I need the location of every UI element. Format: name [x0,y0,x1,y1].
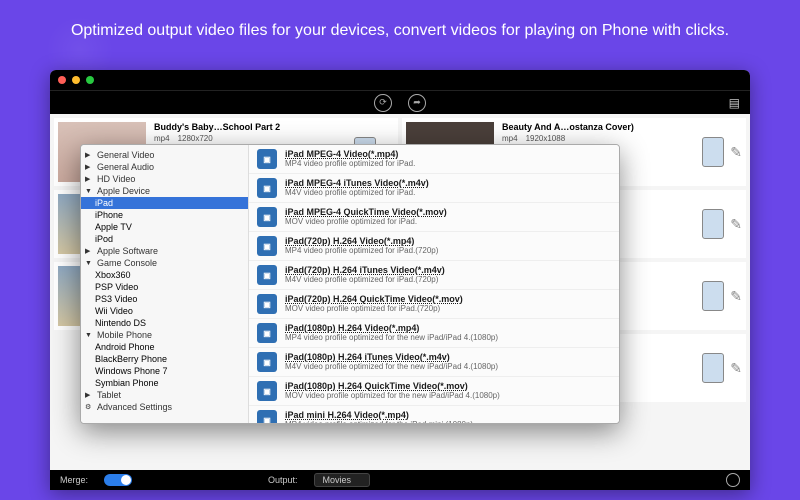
profile-item[interactable]: ▣ iPad(720p) H.264 iTunes Video(*.m4v)M4V… [249,261,619,290]
share-icon[interactable]: ➦ [408,94,426,112]
sidebar-item[interactable]: iPhone [81,209,248,221]
app-window: ⟳ ➦ ▤ Buddy's Baby…School Part 2 mp41280… [50,70,750,490]
profile-item[interactable]: ▣ iPad mini H.264 Video(*.mp4)MP4 video p… [249,406,619,423]
profile-name: iPad(1080p) H.264 Video(*.mp4) [285,323,498,333]
profile-icon: ▣ [257,352,277,372]
action-icon[interactable] [726,473,740,487]
profile-desc: M4V video profile optimized for the new … [285,362,498,371]
profile-item[interactable]: ▣ iPad MPEG-4 Video(*.mp4)MP4 video profi… [249,145,619,174]
sidebar-item[interactable]: Wii Video [81,305,248,317]
bottombar: Merge: Output: Movies [50,470,750,490]
sidebar-group[interactable]: ▼Mobile Phone [81,329,248,341]
profile-item[interactable]: ▣ iPad MPEG-4 iTunes Video(*.m4v)M4V vide… [249,174,619,203]
profile-desc: MOV video profile optimized for iPad. [285,217,447,226]
device-icon[interactable] [702,137,724,167]
promo-headline: Optimized output video files for your de… [0,0,800,60]
layout-toggle-icon[interactable]: ▤ [729,96,740,110]
sidebar-item[interactable]: Android Phone [81,341,248,353]
edit-icon[interactable]: ✎ [730,360,742,377]
profile-desc: MOV video profile optimized for the new … [285,391,500,400]
minimize-icon[interactable] [72,76,80,84]
device-icon[interactable] [702,209,724,239]
edit-icon[interactable]: ✎ [730,216,742,233]
sidebar-group[interactable]: ▶HD Video [81,173,248,185]
edit-icon[interactable]: ✎ [730,144,742,161]
output-select[interactable]: Movies [314,473,371,487]
profile-icon: ▣ [257,381,277,401]
advanced-settings[interactable]: ⚙Advanced Settings [81,401,248,413]
sidebar-group[interactable]: ▶Apple Software [81,245,248,257]
profile-desc: MP4 video profile optimized for the new … [285,333,498,342]
profile-icon: ▣ [257,265,277,285]
sidebar-item[interactable]: Apple TV [81,221,248,233]
merge-label: Merge: [60,475,88,485]
sidebar-group[interactable]: ▶General Video [81,149,248,161]
category-sidebar[interactable]: ▶General Video▶General Audio▶HD Video▼Ap… [81,145,249,423]
profile-name: iPad(720p) H.264 iTunes Video(*.m4v) [285,265,445,275]
device-icon[interactable] [702,353,724,383]
edit-icon[interactable]: ✎ [730,288,742,305]
profile-popup: ▶General Video▶General Audio▶HD Video▼Ap… [80,144,620,424]
sidebar-group[interactable]: ▼Game Console [81,257,248,269]
sidebar-item[interactable]: iPad [81,197,248,209]
profile-name: iPad(720p) H.264 Video(*.mp4) [285,236,438,246]
profile-name: iPad(1080p) H.264 iTunes Video(*.m4v) [285,352,498,362]
profile-icon: ▣ [257,236,277,256]
profile-item[interactable]: ▣ iPad(1080p) H.264 QuickTime Video(*.mov… [249,377,619,406]
sidebar-group[interactable]: ▼Apple Device [81,185,248,197]
sidebar-item[interactable]: Symbian Phone [81,377,248,389]
profile-desc: M4V video profile optimized for iPad.(72… [285,275,445,284]
profile-name: iPad MPEG-4 iTunes Video(*.m4v) [285,178,429,188]
output-label: Output: [268,475,298,485]
profile-name: iPad MPEG-4 QuickTime Video(*.mov) [285,207,447,217]
zoom-icon[interactable] [86,76,94,84]
content-area: Buddy's Baby…School Part 2 mp41280x720 0… [50,114,750,470]
sidebar-group[interactable]: ▶General Audio [81,161,248,173]
profile-icon: ▣ [257,207,277,227]
video-title: Buddy's Baby…School Part 2 [154,122,346,132]
profile-item[interactable]: ▣ iPad(720p) H.264 QuickTime Video(*.mov)… [249,290,619,319]
merge-toggle[interactable] [104,474,132,486]
profile-item[interactable]: ▣ iPad(720p) H.264 Video(*.mp4)MP4 video … [249,232,619,261]
toolbar: ⟳ ➦ ▤ [50,90,750,114]
device-icon[interactable] [702,281,724,311]
sidebar-item[interactable]: PS3 Video [81,293,248,305]
profile-icon: ▣ [257,323,277,343]
sidebar-group[interactable]: ▶Tablet [81,389,248,401]
profile-name: iPad mini H.264 Video(*.mp4) [285,410,473,420]
convert-icon[interactable]: ⟳ [374,94,392,112]
sidebar-item[interactable]: Windows Phone 7 [81,365,248,377]
profile-item[interactable]: ▣ iPad MPEG-4 QuickTime Video(*.mov)MOV v… [249,203,619,232]
profile-icon: ▣ [257,149,277,169]
sidebar-item[interactable]: Xbox360 [81,269,248,281]
video-title: Beauty And A…ostanza Cover) [502,122,694,132]
profile-icon: ▣ [257,410,277,423]
profile-icon: ▣ [257,178,277,198]
profile-item[interactable]: ▣ iPad(1080p) H.264 Video(*.mp4)MP4 video… [249,319,619,348]
sidebar-item[interactable]: BlackBerry Phone [81,353,248,365]
titlebar [50,70,750,90]
profile-name: iPad(720p) H.264 QuickTime Video(*.mov) [285,294,463,304]
profile-desc: M4V video profile optimized for iPad. [285,188,429,197]
profile-name: iPad(1080p) H.264 QuickTime Video(*.mov) [285,381,500,391]
profile-name: iPad MPEG-4 Video(*.mp4) [285,149,415,159]
profile-icon: ▣ [257,294,277,314]
profile-desc: MP4 video profile optimized for the iPad… [285,420,473,423]
sidebar-item[interactable]: iPod [81,233,248,245]
sidebar-item[interactable]: PSP Video [81,281,248,293]
profile-list[interactable]: ▣iPad MPEG-4 Video(*.mp4)MP4 video profi… [249,145,619,423]
close-icon[interactable] [58,76,66,84]
profile-desc: MOV video profile optimized for iPad.(72… [285,304,463,313]
profile-desc: MP4 video profile optimized for iPad.(72… [285,246,438,255]
sidebar-item[interactable]: Nintendo DS [81,317,248,329]
profile-desc: MP4 video profile optimized for iPad. [285,159,415,168]
profile-item[interactable]: ▣ iPad(1080p) H.264 iTunes Video(*.m4v)M4… [249,348,619,377]
